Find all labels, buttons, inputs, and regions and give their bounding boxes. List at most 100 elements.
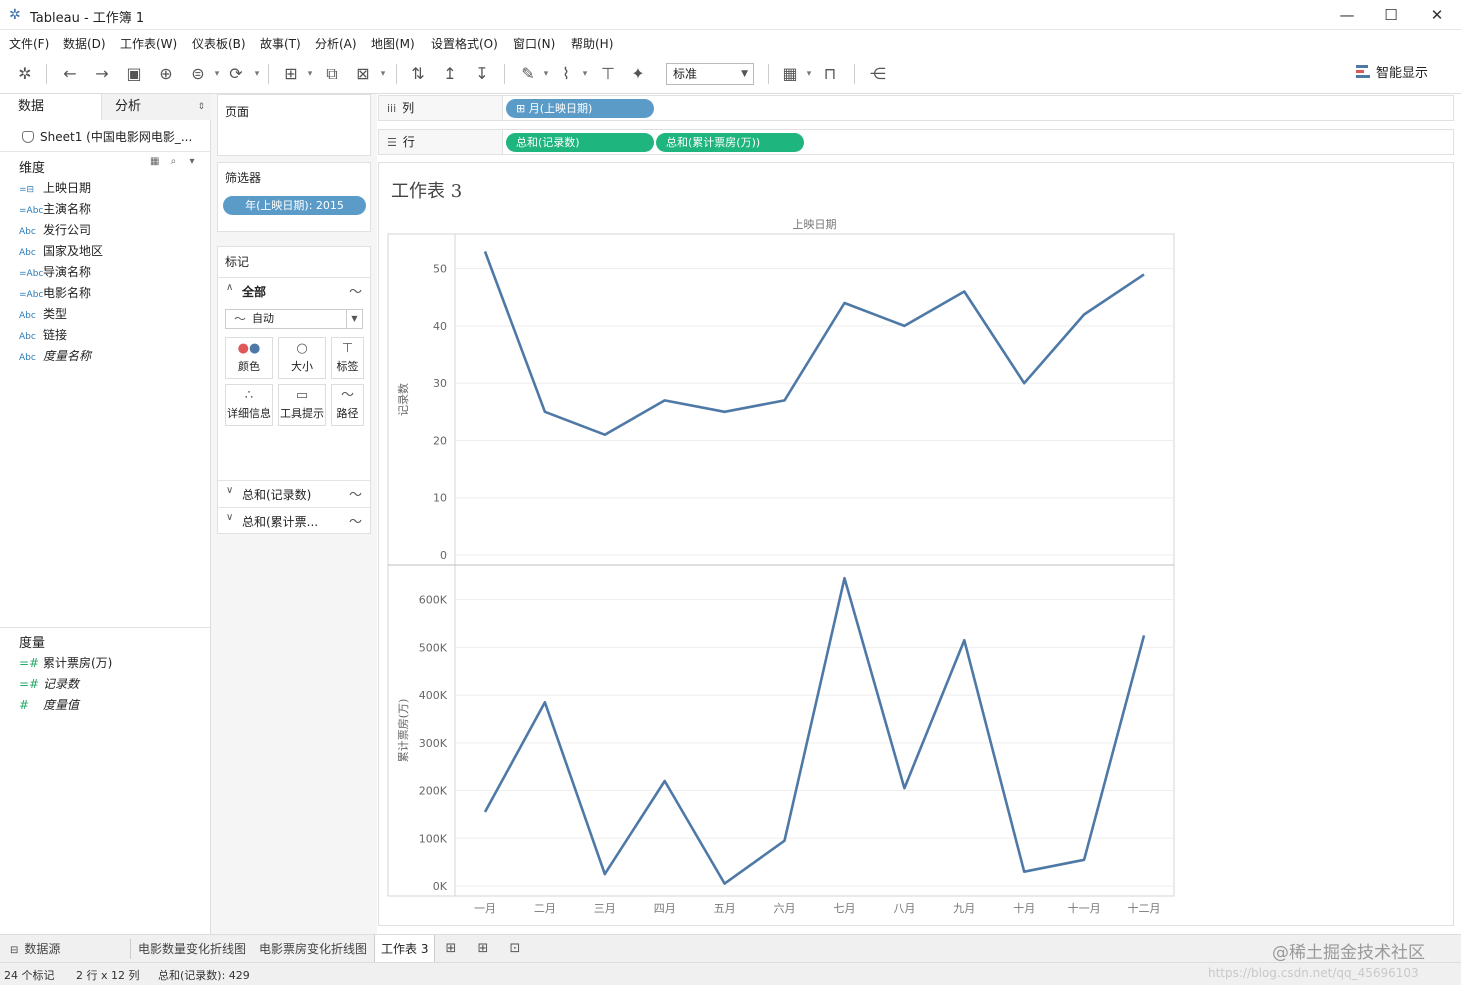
marks-measure-row[interactable]: ∨ 总和(记录数) 〜 [218, 480, 370, 506]
menu-dashboard[interactable]: 仪表板(B) [192, 35, 246, 52]
field-director[interactable]: =Abc导演名称 [19, 263, 91, 281]
refresh-icon[interactable]: ⟳ [224, 63, 248, 85]
field-movie-name[interactable]: =Abc电影名称 [19, 284, 91, 302]
marks-all-label: 全部 [242, 285, 267, 299]
new-dashboard-icon[interactable]: ⊞ [472, 939, 494, 959]
undo-icon[interactable]: ← [58, 63, 82, 85]
field-measure-names[interactable]: Abc 度量名称 [19, 347, 91, 365]
field-label: 上映日期 [43, 181, 92, 195]
x-tick-label: 十月 [1013, 901, 1035, 915]
marks-measure-label: 总和(记录数) [242, 488, 312, 502]
size-button[interactable]: ○ 大小 [278, 337, 326, 379]
show-cards-icon[interactable]: ▦ [778, 63, 802, 85]
field-distributor[interactable]: Abc 发行公司 [19, 221, 91, 239]
columns-shelf[interactable]: iii 列 ⊞ 月(上映日期) [378, 95, 1454, 121]
number-field-icon: # [19, 698, 30, 712]
mark-type-select[interactable]: 〜 自动 ▼ [225, 309, 363, 329]
close-button[interactable]: ✕ [1422, 4, 1452, 26]
tab-datasource[interactable]: ⊟ 数据源 [4, 935, 66, 963]
dropdown-arrow-icon[interactable]: ▾ [804, 63, 814, 85]
string-field-icon: =Abc [19, 290, 44, 300]
label-button[interactable]: ⊤ 标签 [331, 337, 364, 379]
presentation-mode-icon[interactable]: ⊓ [818, 63, 842, 85]
color-button[interactable]: ●● 颜色 [225, 337, 273, 379]
duplicate-sheet-icon[interactable]: ⧉ [320, 63, 344, 85]
group-members-icon[interactable]: ⌇ [554, 63, 578, 85]
sort-ascending-icon[interactable]: ↥ [438, 63, 462, 85]
filters-card[interactable]: 筛选器 年(上映日期): 2015 [217, 162, 371, 232]
dropdown-arrow-icon[interactable]: ▾ [378, 63, 388, 85]
line-chart[interactable]: 上映日期 50 40 30 20 10 0 记录数 600K 500K 400K 300K 200K 10… [379, 163, 1453, 925]
fit-select[interactable]: 标准 ▼ [666, 63, 754, 85]
x-tick-label: 一月 [474, 902, 496, 915]
rows-pill-box-office[interactable]: 总和(累计票房(万)) [656, 133, 804, 152]
columns-pill-month[interactable]: ⊞ 月(上映日期) [506, 99, 654, 118]
minimize-button[interactable]: — [1332, 4, 1362, 26]
marks-measure-row[interactable]: ∨ 总和(累计票... 〜 [218, 507, 370, 533]
pages-card[interactable]: 页面 [217, 94, 371, 156]
field-box-office[interactable]: =# 累计票房(万) [19, 654, 112, 672]
field-release-date[interactable]: =⊟ 上映日期 [19, 179, 91, 197]
menu-file[interactable]: 文件(F) [9, 35, 49, 52]
sort-descending-icon[interactable]: ↧ [470, 63, 494, 85]
show-mark-labels-icon[interactable]: ⊤ [596, 63, 620, 85]
dropdown-arrow-icon[interactable]: ▾ [580, 63, 590, 85]
pause-updates-icon[interactable]: ⊜ [186, 63, 210, 85]
tab-sheet-active[interactable]: 工作表 3 [374, 935, 436, 963]
tab-sheet[interactable]: 电影票房变化折线图 [253, 935, 373, 963]
field-link[interactable]: Abc 链接 [19, 326, 67, 344]
field-lead-actor[interactable]: =Abc主演名称 [19, 200, 91, 218]
maximize-button[interactable]: ☐ [1376, 4, 1406, 26]
tooltip-button[interactable]: ▭ 工具提示 [278, 384, 326, 426]
save-icon[interactable]: ▣ [122, 63, 146, 85]
rows-pill-record-count[interactable]: 总和(记录数) [506, 133, 654, 152]
dropdown-arrow-icon[interactable]: ▾ [252, 63, 262, 85]
expand-icon: ⇕ [197, 102, 205, 112]
tab-data[interactable]: 数据 [0, 94, 101, 120]
dropdown-arrow-icon[interactable]: ▾ [212, 63, 222, 85]
new-worksheet-icon[interactable]: ⊞ [440, 939, 462, 959]
menu-window[interactable]: 窗口(N) [513, 35, 555, 52]
pin-axis-icon[interactable]: ✦ [626, 63, 650, 85]
field-genre[interactable]: Abc 类型 [19, 305, 67, 323]
menu-analysis[interactable]: 分析(A) [315, 35, 357, 52]
field-country[interactable]: Abc 国家及地区 [19, 242, 103, 260]
tab-sheet[interactable]: 电影数量变化折线图 [132, 935, 252, 963]
menu-map[interactable]: 地图(M) [371, 35, 415, 52]
redo-icon[interactable]: → [90, 63, 114, 85]
rows-shelf[interactable]: ☰ 行 总和(记录数) 总和(累计票房(万)) [378, 129, 1454, 155]
share-icon[interactable]: ⋲ [866, 63, 890, 85]
field-record-count[interactable]: =# 记录数 [19, 675, 79, 693]
marks-all-row[interactable]: ∧ 全部 〜 [218, 277, 370, 303]
menu-story[interactable]: 故事(T) [260, 35, 301, 52]
search-icon[interactable]: ⌕ [171, 156, 177, 167]
dropdown-arrow-icon[interactable]: ▾ [305, 63, 315, 85]
clear-sheet-icon[interactable]: ⊠ [351, 63, 375, 85]
tab-analysis[interactable]: 分析 ⇕ [101, 94, 211, 120]
path-button[interactable]: 〜 路径 [331, 384, 364, 426]
new-datasource-icon[interactable]: ⊕ [154, 63, 178, 85]
smart-show-button[interactable]: 智能显示 [1356, 64, 1428, 84]
menu-format[interactable]: 设置格式(O) [431, 35, 498, 52]
datasource-item[interactable]: Sheet1 (中国电影网电影_... [22, 128, 192, 145]
view-list-icon[interactable]: ▦ [150, 156, 159, 167]
rows-shelf-label: ☰ 行 [379, 130, 503, 154]
highlight-icon[interactable]: ✎ [516, 63, 540, 85]
shelves-pane: 页面 筛选器 年(上映日期): 2015 标记 ∧ 全部 〜 〜 自动 ▼ ●●… [211, 94, 377, 934]
menu-help[interactable]: 帮助(H) [571, 35, 613, 52]
series-line[interactable] [483, 251, 1145, 437]
new-worksheet-icon[interactable]: ⊞ [279, 63, 303, 85]
menu-data[interactable]: 数据(D) [63, 35, 106, 52]
tableau-home-icon[interactable]: ✲ [13, 63, 37, 85]
detail-button[interactable]: ∴ 详细信息 [225, 384, 273, 426]
menu-worksheet[interactable]: 工作表(W) [120, 35, 177, 52]
field-measure-values[interactable]: # 度量值 [19, 696, 79, 714]
dropdown-arrow-icon[interactable]: ▾ [541, 63, 551, 85]
new-story-icon[interactable]: ⊡ [504, 939, 526, 959]
chevron-down-icon[interactable]: ▾ [189, 156, 194, 167]
filter-pill-year[interactable]: 年(上映日期): 2015 [223, 196, 366, 215]
string-field-icon: Abc [19, 353, 36, 363]
y-tick-label: 600K [419, 594, 448, 607]
swap-rows-columns-icon[interactable]: ⇅ [406, 63, 430, 85]
datasource-label: Sheet1 (中国电影网电影_... [40, 130, 193, 144]
